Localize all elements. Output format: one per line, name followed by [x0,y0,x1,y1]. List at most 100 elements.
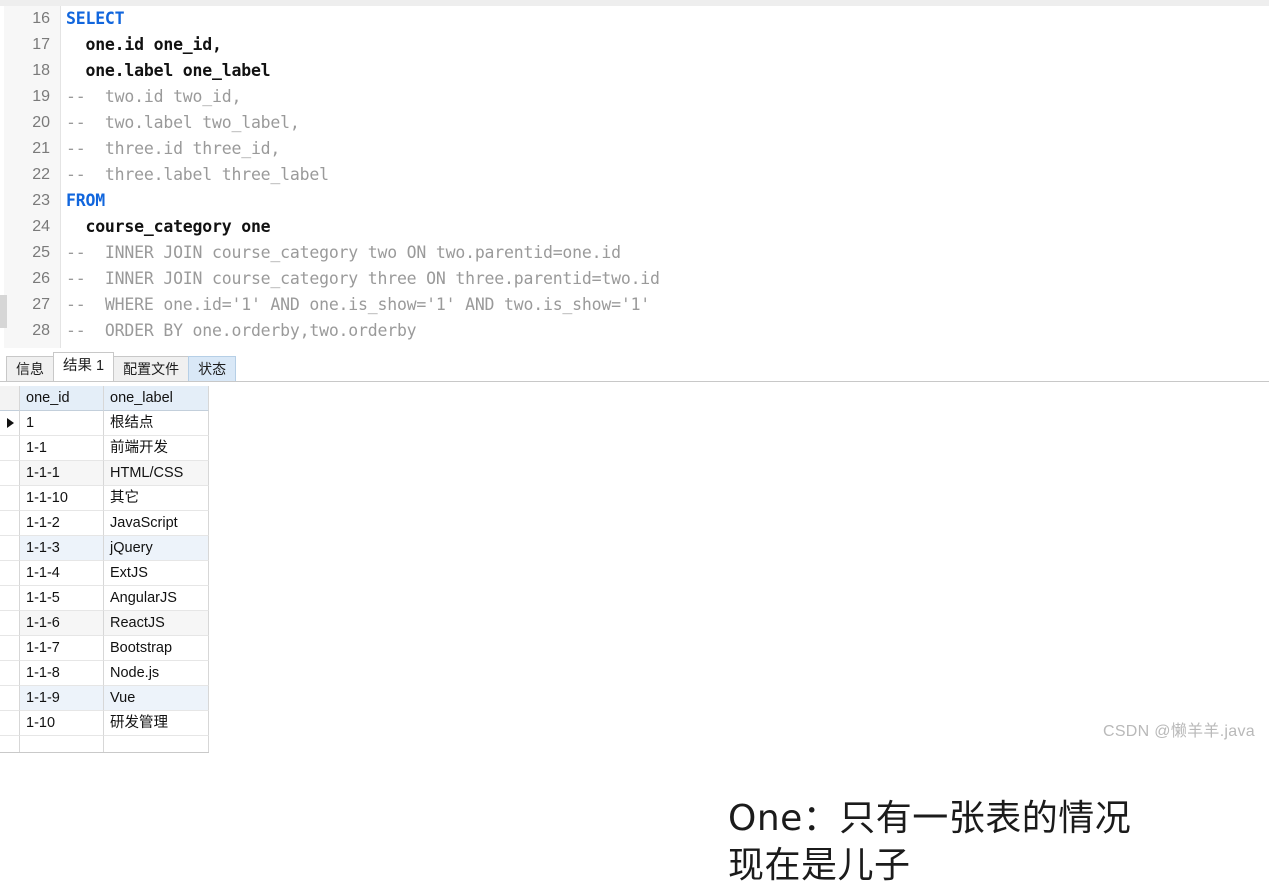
cell-one-label[interactable]: 前端开发 [104,436,209,461]
table-row[interactable]: 1-1-8 Node.js [0,661,209,686]
cell-one-label[interactable]: 研发管理 [104,711,209,736]
row-marker[interactable] [0,536,20,561]
row-marker[interactable] [0,461,20,486]
row-marker[interactable] [0,611,20,636]
code-line[interactable]: 20 -- two.label two_label, [0,110,1269,136]
results-tabstrip: 信息 结果 1 配置文件 状态 [0,352,1269,382]
code-line-text: course_category one [66,217,271,236]
table-row[interactable]: 1-1-1 HTML/CSS [0,461,209,486]
cell-one-id[interactable]: 1-1-1 [20,461,104,486]
code-line-text: -- three.label three_label [66,165,329,184]
cell-one-id[interactable]: 1-1-5 [20,586,104,611]
table-row[interactable]: 1-1-2 JavaScript [0,511,209,536]
line-number: 23 [32,192,50,209]
cell-one-id[interactable]: 1-1-8 [20,661,104,686]
code-line-text: FROM [66,191,105,210]
code-line-text: -- [66,344,86,348]
row-marker[interactable] [0,511,20,536]
cell-one-id[interactable]: 1-1-9 [20,686,104,711]
row-marker[interactable] [0,711,20,736]
cell-one-label[interactable]: jQuery [104,536,209,561]
cell-one-label[interactable]: JavaScript [104,511,209,536]
code-line[interactable]: 21 -- three.id three_id, [0,136,1269,162]
cell-one-label[interactable]: AngularJS [104,586,209,611]
code-line-text: -- three.id three_id, [66,139,281,158]
table-row[interactable]: 1-1 前端开发 [0,436,209,461]
cell-one-id[interactable]: 1 [20,411,104,436]
tab-3[interactable]: 配置文件 [113,356,190,381]
code-line[interactable]: 26 -- INNER JOIN course_category three ON… [0,266,1269,292]
cell-one-id[interactable]: 1-1-2 [20,511,104,536]
cell-one-label[interactable]: 根结点 [104,411,209,436]
code-line[interactable]: 27 -- WHERE one.id='1' AND one.is_show='1… [0,292,1269,318]
table-row[interactable]: 1-1-9 Vue [0,686,209,711]
table-row[interactable]: 1-1-7 Bootstrap [0,636,209,661]
row-marker[interactable] [0,686,20,711]
row-marker[interactable] [0,561,20,586]
code-line[interactable]: 18 one.label one_label [0,58,1269,84]
cell-one-id[interactable]: 1-1-4 [20,561,104,586]
code-line[interactable]: 16 SELECT [0,6,1269,32]
editor-vertical-scrollbar[interactable] [0,295,7,328]
tab-2[interactable]: 结果 1 [53,352,115,381]
line-number: 16 [32,10,50,27]
cell-one-label[interactable]: 其它 [104,486,209,511]
cell-one-label[interactable]: ExtJS [104,561,209,586]
code-line[interactable]: 25 -- INNER JOIN course_category two ON t… [0,240,1269,266]
table-row[interactable]: 1-1-10 其它 [0,486,209,511]
cell-one-id[interactable]: 1-1 [20,436,104,461]
table-row[interactable]: 1-1-3 jQuery [0,536,209,561]
grid-header-row: one_id one_label [0,386,209,411]
column-header-one_id[interactable]: one_id [20,386,104,411]
cell-one-id[interactable]: 1-10 [20,711,104,736]
row-marker[interactable] [0,636,20,661]
sql-editor[interactable]: 16 SELECT 17 one.id one_id, 18 one.label on… [0,6,1269,348]
code-line[interactable]: 22 -- three.label three_label [0,162,1269,188]
cell-one-label[interactable]: ReactJS [104,611,209,636]
cell-one-label[interactable]: Node.js [104,661,209,686]
cell-one-id[interactable]: 1-1-10 [20,486,104,511]
tab-4[interactable]: 状态 [188,356,237,381]
table-row[interactable]: 1-1-4 ExtJS [0,561,209,586]
line-number: 20 [32,114,50,131]
table-row[interactable]: 1 根结点 [0,411,209,436]
code-line[interactable]: 24 course_category one [0,214,1269,240]
line-number: 21 [32,140,50,157]
line-number: 26 [32,270,50,287]
cell-one-label[interactable]: Vue [104,686,209,711]
code-line[interactable]: 23 FROM [0,188,1269,214]
line-number: 19 [32,88,50,105]
cell-one-id[interactable]: 1-1-6 [20,611,104,636]
row-marker[interactable] [0,586,20,611]
row-marker[interactable] [0,411,20,436]
table-row[interactable]: 1-1-5 AngularJS [0,586,209,611]
cell-one-id[interactable]: 1-1-7 [20,636,104,661]
tab-1[interactable]: 信息 [6,356,54,381]
table-row[interactable]: 1-1-6 ReactJS [0,611,209,636]
cell-one-id[interactable]: 1-1-3 [20,536,104,561]
table-row[interactable]: 1-10 研发管理 [0,711,209,736]
row-marker[interactable] [0,486,20,511]
column-header-one_label[interactable]: one_label [104,386,209,411]
results-tabstrip-inner: 信息 结果 1 配置文件 状态 [6,352,237,381]
line-number: 17 [32,36,50,53]
code-lines[interactable]: 16 SELECT 17 one.id one_id, 18 one.label on… [0,6,1269,348]
results-grid[interactable]: one_id one_label 1 根结点 1-1 前端开发 1-1-1 HTML/CSS 1… [0,386,209,753]
code-line[interactable]: 19 -- two.id two_id, [0,84,1269,110]
row-marker-filler [0,736,20,752]
line-number: 29 [0,344,50,348]
cell-one-label[interactable]: HTML/CSS [104,461,209,486]
cell-one-label[interactable]: Bootstrap [104,636,209,661]
code-line[interactable]: 28 -- ORDER BY one.orderby,two.orderby [0,318,1269,344]
code-line-text: -- WHERE one.id='1' AND one.is_show='1' … [66,295,651,314]
code-line[interactable]: 17 one.id one_id, [0,32,1269,58]
cell-filler-label [104,736,209,752]
cell-filler-id [20,736,104,752]
current-row-triangle-icon [7,418,14,428]
row-marker[interactable] [0,436,20,461]
code-line-text: one.label one_label [66,61,271,80]
code-line-text: -- ORDER BY one.orderby,two.orderby [66,321,417,340]
code-line[interactable]: 29 -- [0,344,1269,348]
row-marker[interactable] [0,661,20,686]
code-line-text: -- two.label two_label, [66,113,300,132]
